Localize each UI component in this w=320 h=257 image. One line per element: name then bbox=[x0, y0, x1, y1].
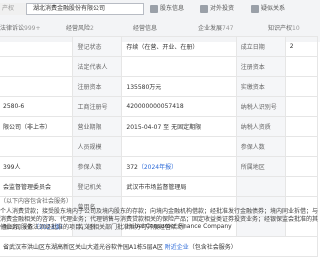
scope-header: （以下内容包含社会服务） bbox=[0, 198, 73, 205]
filter-relations[interactable]: 疑似关系 bbox=[261, 3, 285, 15]
row-label-text: 法定代表人 bbox=[77, 64, 108, 71]
row-value-left: 会监督管理委员会 bbox=[0, 176, 74, 197]
tab-bar: 法律诉讼999+ 经营风险2 经营信息 企业发展747 知识产权10 bbox=[0, 23, 320, 34]
row-label: 人员规模 bbox=[72, 136, 123, 157]
row-label-text: 注册资本 bbox=[77, 84, 102, 91]
checkbox-icon[interactable] bbox=[200, 5, 208, 13]
row-label-text: 营业期限 bbox=[77, 124, 102, 131]
info-row: 399人 参保人数 372（2024年报） 所属地区 bbox=[0, 156, 319, 177]
row-value-left-text: 399人 bbox=[3, 164, 21, 171]
row-value-right bbox=[284, 136, 319, 157]
row-value-left: 2580-6 bbox=[0, 96, 74, 117]
info-row: 限公司（非上市） 营业期限 2015-04-07 至 无固定期限 纳税人资质 bbox=[0, 116, 319, 137]
row-value-text: 135580万元 bbox=[126, 84, 162, 91]
row-value: 存续（在营、开业、在册） bbox=[121, 36, 237, 57]
row-label: 登记机关 bbox=[72, 176, 123, 197]
row-label: 工商注册号 bbox=[72, 96, 123, 117]
row-label-right-text: 实缴资本 bbox=[240, 84, 265, 91]
row-value-left-text: 2580-6 bbox=[3, 103, 25, 110]
row-value-left: 限公司（非上市） bbox=[0, 116, 74, 137]
row-label-right-text: 纳税人资质 bbox=[240, 124, 271, 131]
row-value-right-text: 2 bbox=[289, 43, 294, 50]
row-value: 135580万元 bbox=[121, 76, 237, 97]
row-label-text: 参保人数 bbox=[77, 164, 102, 171]
row-label: 法定代表人 bbox=[72, 56, 123, 77]
tab-development[interactable]: 企业发展747 bbox=[198, 23, 233, 34]
row-value-right bbox=[284, 76, 319, 97]
row-value: 420000000057418 bbox=[121, 96, 237, 117]
row-value: 372（2024年报） bbox=[121, 156, 237, 177]
tab-ip[interactable]: 知识产权10 bbox=[268, 23, 300, 34]
row-value: 2015-04-07 至 无固定期限 bbox=[121, 116, 237, 137]
row-value-left-text: 会监督管理委员会 bbox=[3, 184, 52, 191]
info-row: 法定代表人 注册资本 bbox=[0, 56, 319, 77]
row-value-left bbox=[0, 136, 74, 157]
info-row: 会监督管理委员会 登记机关 武汉市市场监督管理局 bbox=[0, 176, 319, 197]
row-label-right-text: 注册资本 bbox=[240, 64, 265, 71]
row-label-right bbox=[235, 176, 286, 197]
row-label-right: 纳税人识别号 bbox=[235, 96, 286, 117]
row-value-left bbox=[0, 56, 74, 77]
row-label-right: 成立日期 bbox=[235, 36, 286, 57]
info-row: 人员规模 参保人数 bbox=[0, 136, 319, 157]
filter-shareholders[interactable]: 股东信息 bbox=[160, 3, 184, 15]
checkbox-icon[interactable] bbox=[150, 5, 158, 13]
row-label-text: 工商注册号 bbox=[77, 104, 108, 111]
row-value-right bbox=[284, 56, 319, 77]
search-input[interactable]: 湖北消费金融股份有限公司 bbox=[26, 3, 144, 15]
row-label-right: 注册资本 bbox=[235, 56, 286, 77]
row-value-text: 存续（在营、开业、在册） bbox=[126, 44, 199, 51]
row-label: 登记状态 bbox=[72, 36, 123, 57]
row-value-left: 399人 bbox=[0, 156, 74, 177]
nearby-link[interactable]: 附近企业 bbox=[165, 244, 189, 251]
row-value bbox=[121, 136, 237, 157]
row-value-right: 2 bbox=[284, 36, 319, 57]
row-value bbox=[121, 56, 237, 77]
row-value-right bbox=[284, 116, 319, 137]
row-value-left bbox=[0, 76, 74, 97]
left-tag: 产权 bbox=[0, 3, 26, 15]
row-label-text: 登记机关 bbox=[77, 184, 102, 191]
info-row: 2580-6 工商注册号 420000000057418 纳税人识别号 bbox=[0, 96, 319, 117]
row-label: 注册资本 bbox=[72, 76, 123, 97]
row-label-right-text: 成立日期 bbox=[240, 44, 265, 51]
row-label-text: 人员规模 bbox=[77, 144, 102, 151]
row-label-text: 登记状态 bbox=[77, 44, 102, 51]
checkbox-icon[interactable] bbox=[251, 5, 259, 13]
info-row: 注册资本 135580万元 实缴资本 bbox=[0, 76, 319, 97]
tab-business[interactable]: 经营信息 bbox=[133, 23, 157, 34]
row-label-right-text: 参保人数 bbox=[240, 144, 265, 151]
row-value-text: 372 bbox=[126, 164, 138, 171]
address-text: 省武汉市洪山区东湖高新区关山大道光谷软件园A1栋5层A区 bbox=[3, 244, 163, 251]
row-value-left-text: 限公司（非上市） bbox=[3, 124, 52, 131]
row-label-right: 参保人数 bbox=[235, 136, 286, 157]
info-row: 登记状态 存续（在营、开业、在册） 成立日期 2 bbox=[0, 36, 319, 57]
tab-legal[interactable]: 法律诉讼999+ bbox=[0, 23, 41, 34]
row-label-right: 实缴资本 bbox=[235, 76, 286, 97]
row-value-text: 420000000057418 bbox=[126, 103, 184, 110]
row-value-right bbox=[284, 176, 319, 197]
address-note: （包含社会服务） bbox=[188, 244, 237, 251]
tab-risk[interactable]: 经营风险2 bbox=[66, 23, 94, 34]
annual-report-link[interactable]: （2024年报） bbox=[138, 164, 177, 171]
row-value-left bbox=[0, 36, 74, 57]
row-label-right-text: 所属地区 bbox=[240, 164, 265, 171]
row-label-right-text: 纳税人识别号 bbox=[240, 104, 277, 111]
row-label: 参保人数 bbox=[72, 156, 123, 177]
row-label-right: 纳税人资质 bbox=[235, 116, 286, 137]
row-value: 武汉市市场监督管理局 bbox=[121, 176, 237, 197]
scope-text: 个人消费贷款；接受股东境内子公司及境内股东的存款；向境内金融机构借款；经批准发行… bbox=[0, 208, 319, 231]
row-value-text: 2015-04-07 至 无固定期限 bbox=[126, 124, 202, 131]
row-value-text: 武汉市市场监督管理局 bbox=[126, 184, 187, 191]
row-label: 营业期限 bbox=[72, 116, 123, 137]
row-value-right bbox=[284, 156, 319, 177]
filter-investments[interactable]: 对外投资 bbox=[210, 3, 234, 15]
business-scope: （以下内容包含社会服务） 个人消费贷款；接受股东境内子公司及境内股东的存款；向境… bbox=[0, 196, 320, 240]
row-label-right: 所属地区 bbox=[235, 156, 286, 177]
row-value-right bbox=[284, 96, 319, 117]
